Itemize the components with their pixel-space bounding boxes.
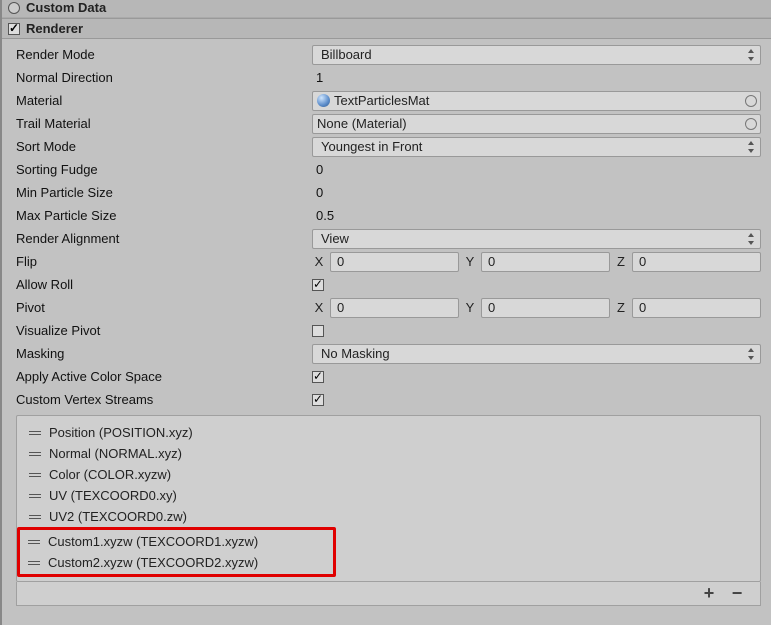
field-pivot-x[interactable]: 0 [330,298,459,318]
object-field-trail-material[interactable]: None (Material) [312,114,761,134]
drag-handle-icon[interactable] [29,515,41,519]
checkbox-allow-roll[interactable] [312,279,324,291]
checkbox-icon[interactable] [8,23,20,35]
drag-handle-icon[interactable] [29,452,41,456]
label-apply-color-space: Apply Active Color Space [16,369,312,384]
drag-handle-icon[interactable] [29,494,41,498]
axis-label-x: X [312,300,326,315]
field-pivot-y[interactable]: 0 [481,298,610,318]
checkbox-custom-vertex-streams[interactable] [312,394,324,406]
label-pivot: Pivot [16,300,312,315]
field-sorting-fudge[interactable]: 0 [312,160,761,180]
list-item[interactable]: Position (POSITION.xyz) [21,422,756,443]
axis-label-x: X [312,254,326,269]
module-title: Renderer [26,21,83,36]
drag-handle-icon[interactable] [28,540,40,544]
label-flip: Flip [16,254,312,269]
material-icon [317,94,330,107]
label-sorting-fudge: Sorting Fudge [16,162,312,177]
label-allow-roll: Allow Roll [16,277,312,292]
module-title: Custom Data [26,0,106,15]
field-flip-x[interactable]: 0 [330,252,459,272]
field-min-particle-size[interactable]: 0 [312,183,761,203]
dropdown-render-mode[interactable]: Billboard [312,45,761,65]
label-material: Material [16,93,312,108]
field-pivot-z[interactable]: 0 [632,298,761,318]
label-render-mode: Render Mode [16,47,312,62]
object-picker-icon[interactable] [745,118,757,130]
list-item[interactable]: Normal (NORMAL.xyz) [21,443,756,464]
list-item[interactable]: UV (TEXCOORD0.xy) [21,485,756,506]
label-render-alignment: Render Alignment [16,231,312,246]
remove-button[interactable]: − [728,583,746,604]
label-normal-direction: Normal Direction [16,70,312,85]
field-flip-z[interactable]: 0 [632,252,761,272]
label-trail-material: Trail Material [16,116,312,131]
field-flip-y[interactable]: 0 [481,252,610,272]
axis-label-y: Y [463,300,477,315]
label-visualize-pivot: Visualize Pivot [16,323,312,338]
inspector-panel: Custom Data Renderer Render Mode Billboa… [0,0,771,625]
label-custom-vertex-streams: Custom Vertex Streams [16,392,312,407]
annotation-highlight: Custom1.xyzw (TEXCOORD1.xyzw) Custom2.xy… [17,527,336,577]
field-normal-direction[interactable]: 1 [312,68,761,88]
axis-label-z: Z [614,254,628,269]
label-sort-mode: Sort Mode [16,139,312,154]
axis-label-y: Y [463,254,477,269]
module-header-renderer[interactable]: Renderer [2,18,771,39]
dropdown-masking[interactable]: No Masking [312,344,761,364]
list-item[interactable]: Color (COLOR.xyzw) [21,464,756,485]
label-min-particle-size: Min Particle Size [16,185,312,200]
object-field-material[interactable]: TextParticlesMat [312,91,761,111]
axis-label-z: Z [614,300,628,315]
dropdown-render-alignment[interactable]: View [312,229,761,249]
drag-handle-icon[interactable] [29,431,41,435]
label-masking: Masking [16,346,312,361]
checkbox-visualize-pivot[interactable] [312,325,324,337]
drag-handle-icon[interactable] [28,561,40,565]
object-picker-icon[interactable] [745,95,757,107]
dropdown-sort-mode[interactable]: Youngest in Front [312,137,761,157]
vertex-streams-list: Position (POSITION.xyz) Normal (NORMAL.x… [16,415,761,582]
list-footer: + − [16,582,761,606]
radio-icon[interactable] [8,2,20,14]
field-max-particle-size[interactable]: 0.5 [312,206,761,226]
list-item[interactable]: Custom1.xyzw (TEXCOORD1.xyzw) [20,531,333,552]
label-max-particle-size: Max Particle Size [16,208,312,223]
renderer-properties: Render Mode Billboard Normal Direction 1… [2,39,771,608]
checkbox-apply-color-space[interactable] [312,371,324,383]
list-item[interactable]: UV2 (TEXCOORD0.zw) [21,506,756,527]
add-button[interactable]: + [700,583,718,604]
module-header-custom-data[interactable]: Custom Data [2,0,771,18]
drag-handle-icon[interactable] [29,473,41,477]
list-item[interactable]: Custom2.xyzw (TEXCOORD2.xyzw) [20,552,333,573]
